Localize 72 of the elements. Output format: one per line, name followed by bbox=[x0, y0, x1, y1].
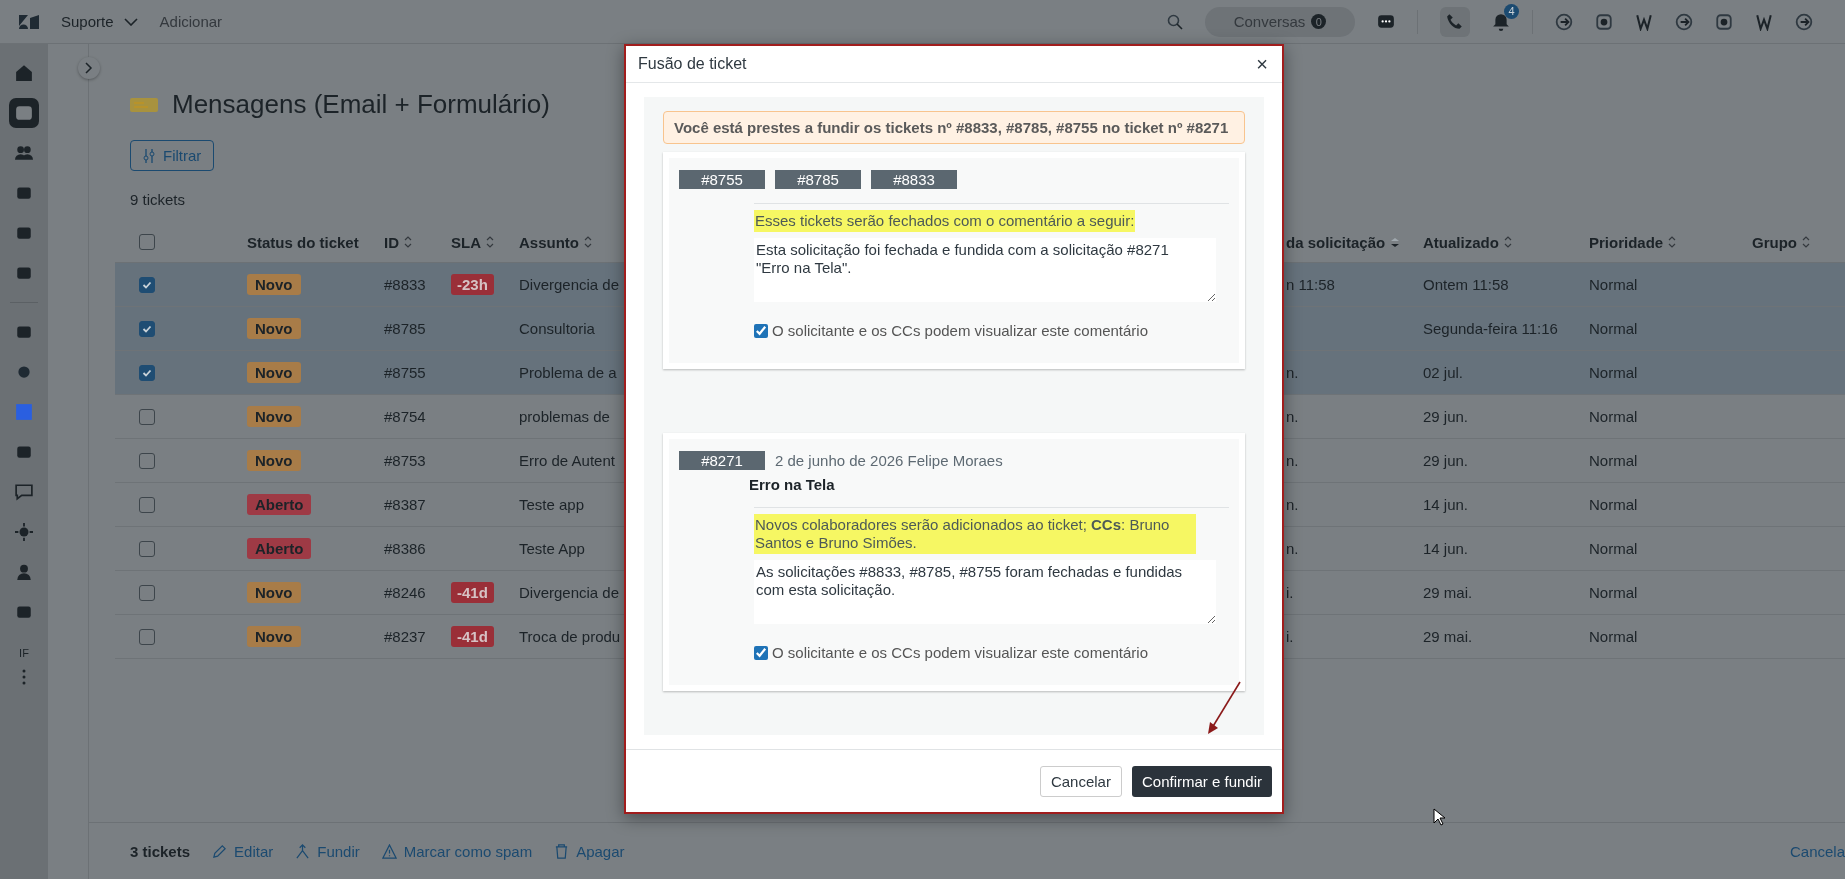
updated-cell: 29 jun. bbox=[1423, 408, 1469, 425]
checkbox-label: O solicitante e os CCs podem visualizar este comentário bbox=[772, 644, 1148, 661]
status-tag: Aberto bbox=[247, 494, 312, 515]
ticket-tag: #8833 bbox=[871, 170, 957, 189]
ticket-id: #8386 bbox=[384, 540, 426, 557]
ticket-tag: #8785 bbox=[775, 170, 861, 189]
table-cell: n. bbox=[1286, 364, 1299, 381]
ticket-id: #8755 bbox=[384, 364, 426, 381]
ticket-tag: #8271 bbox=[679, 451, 765, 470]
updated-cell: 29 jun. bbox=[1423, 452, 1469, 469]
ticket-id: #8387 bbox=[384, 496, 426, 513]
updated-cell: Segunda-feira 11:16 bbox=[1423, 320, 1558, 337]
status-tag: Novo bbox=[247, 318, 301, 339]
table-cell: n. bbox=[1286, 540, 1299, 557]
ticket-id: #8833 bbox=[384, 276, 426, 293]
priority-cell: Normal bbox=[1589, 540, 1638, 557]
view-title: Mensagens (Email + Formulário) bbox=[172, 89, 550, 120]
updated-cell: Ontem 11:58 bbox=[1423, 276, 1509, 293]
ticket-count: 9 tickets bbox=[130, 191, 187, 208]
ticket-meta: 2 de junho de 2026 Felipe Moraes bbox=[775, 452, 1003, 469]
highlighted-note: Novos colaboradores serão adicionados ao ticket; CCs: Bruno Santos e Bruno Simões. bbox=[754, 514, 1196, 554]
subject-cell: Teste app bbox=[519, 496, 585, 513]
subject-cell: Teste App bbox=[519, 540, 585, 557]
priority-cell: Normal bbox=[1589, 276, 1638, 293]
priority-cell: Normal bbox=[1589, 452, 1638, 469]
ticket-tag: #8755 bbox=[679, 170, 765, 189]
status-tag: Novo bbox=[247, 274, 301, 295]
status-tag: Aberto bbox=[247, 538, 312, 559]
status-tag: Novo bbox=[247, 362, 301, 383]
dialog-title: Fusão de ticket bbox=[638, 55, 747, 73]
table-cell: n. bbox=[1286, 408, 1299, 425]
subject-cell: Troca de produ bbox=[519, 628, 621, 645]
sla-tag: -41d bbox=[451, 582, 494, 603]
table-cell: n. bbox=[1286, 496, 1299, 513]
updated-cell: 29 mai. bbox=[1423, 628, 1473, 645]
notification-badge: 4 bbox=[1504, 3, 1519, 19]
ticket-id: #8754 bbox=[384, 408, 426, 425]
ticket-id: #8246 bbox=[384, 584, 426, 601]
merge-notice: Você está prestes a fundir os tickets nº #8833, #8785, #8755 no ticket nº #8271 bbox=[663, 111, 1245, 144]
priority-cell: Normal bbox=[1589, 364, 1638, 381]
selected-count: 3 tickets bbox=[130, 842, 191, 860]
status-tag: Novo bbox=[247, 582, 301, 603]
updated-cell: 14 jun. bbox=[1423, 540, 1469, 557]
checkbox-label: O solicitante e os CCs podem visualizar este comentário bbox=[772, 322, 1148, 339]
subject-cell: Consultoria bbox=[519, 320, 595, 337]
status-tag: Novo bbox=[247, 450, 301, 471]
subject-cell: Divergencia de bbox=[519, 584, 620, 601]
subject-cell: problemas de bbox=[519, 408, 610, 425]
subject-cell: Erro de Autent bbox=[519, 452, 615, 469]
updated-cell: 14 jun. bbox=[1423, 496, 1469, 513]
sla-tag: -41d bbox=[451, 626, 494, 647]
priority-cell: Normal bbox=[1589, 496, 1638, 513]
priority-cell: Normal bbox=[1589, 584, 1638, 601]
status-tag: Novo bbox=[247, 406, 301, 427]
table-cell: n. bbox=[1286, 452, 1299, 469]
subject-cell: Problema de a bbox=[519, 364, 617, 381]
subject-cell: Divergencia de bbox=[519, 276, 620, 293]
priority-cell: Normal bbox=[1589, 320, 1638, 337]
count-badge: 0 bbox=[1311, 14, 1327, 29]
priority-cell: Normal bbox=[1589, 408, 1638, 425]
ticket-id: #8753 bbox=[384, 452, 426, 469]
ticket-id: #8237 bbox=[384, 628, 426, 645]
status-tag: Novo bbox=[247, 626, 301, 647]
table-cell: i. bbox=[1286, 584, 1294, 601]
updated-cell: 02 jul. bbox=[1423, 364, 1464, 381]
updated-cell: 29 mai. bbox=[1423, 584, 1473, 601]
table-cell: i. bbox=[1286, 628, 1294, 645]
ticket-id: #8785 bbox=[384, 320, 426, 337]
table-cell: n 11:58 bbox=[1286, 276, 1335, 293]
highlighted-note: Esses tickets serão fechados com o comentário a seguir: bbox=[754, 210, 1136, 232]
sla-tag: -23h bbox=[451, 274, 494, 295]
priority-cell: Normal bbox=[1589, 628, 1638, 645]
